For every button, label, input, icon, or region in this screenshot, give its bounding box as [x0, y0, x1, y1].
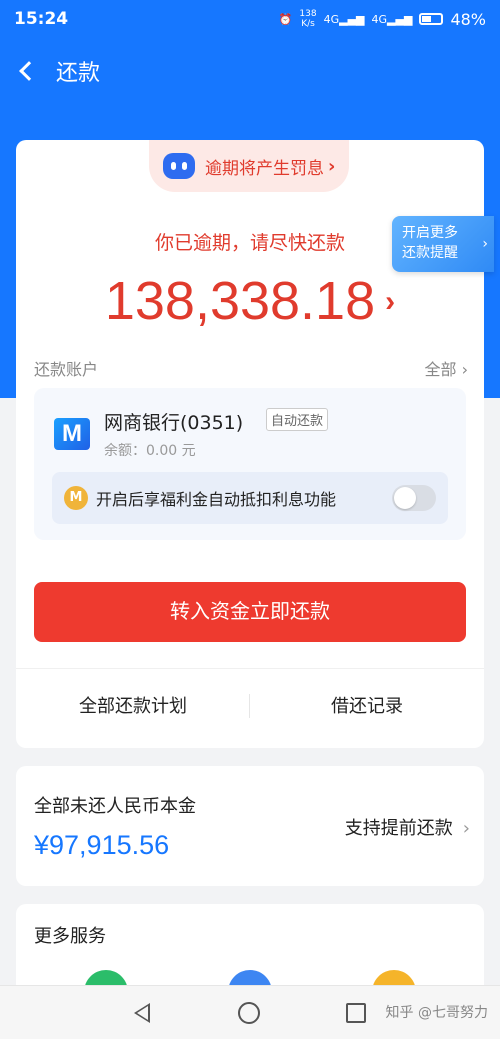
- welfare-feature-row: M 开启后享福利金自动抵扣利息功能: [52, 472, 448, 524]
- nav-back-icon[interactable]: [134, 1003, 150, 1023]
- signal-icon-1: 4G▂▄▆: [323, 12, 365, 26]
- watermark: 知乎 @七哥努力: [385, 1005, 488, 1021]
- page-title: 还款: [56, 61, 101, 86]
- account-all-link[interactable]: 全部 ›: [425, 356, 469, 380]
- principal-label: 全部未还人民币本金: [34, 796, 196, 817]
- bank-name: 网商银行(0351): [104, 412, 244, 434]
- status-indicators: ⏰ 138 K/s 4G▂▄▆ 4G▂▄▆ 48%: [279, 9, 486, 29]
- signal-icon-2: 4G▂▄▆: [371, 12, 413, 26]
- principal-card: 全部未还人民币本金 ¥97,915.56 支持提前还款 ›: [16, 766, 484, 886]
- divider: [16, 668, 484, 669]
- chevron-right-icon: ›: [385, 285, 396, 318]
- principal-amount: ¥97,915.56: [34, 830, 170, 860]
- prepay-link[interactable]: 支持提前还款 ›: [345, 814, 470, 840]
- transfer-repay-button[interactable]: 转入资金立即还款: [34, 582, 466, 642]
- overdue-message: 你已逾期，请尽快还款: [154, 232, 345, 254]
- coin-icon: M: [64, 486, 88, 510]
- back-icon[interactable]: [19, 61, 39, 81]
- chevron-right-icon: ›: [328, 155, 336, 177]
- app-header: 还款: [0, 38, 500, 104]
- more-services-title: 更多服务: [34, 926, 106, 947]
- loan-record-link[interactable]: 借还记录: [250, 692, 484, 718]
- welfare-feature-text: 开启后享福利金自动抵扣利息功能: [96, 490, 337, 509]
- net-speed: 138 K/s: [299, 9, 317, 29]
- bank-balance: 余额：0.00 元: [104, 443, 196, 459]
- battery-percent: 48%: [450, 9, 486, 29]
- auto-repay-tag: 自动还款: [266, 408, 329, 431]
- status-time: 15:24: [14, 9, 69, 29]
- overdue-amount-row[interactable]: 138,338.18 ›: [0, 270, 500, 332]
- welfare-toggle[interactable]: [392, 485, 436, 511]
- nav-home-icon[interactable]: [238, 1002, 260, 1024]
- status-bar: 15:24 ⏰ 138 K/s 4G▂▄▆ 4G▂▄▆ 48%: [0, 0, 500, 38]
- nav-recent-icon[interactable]: [346, 1003, 366, 1023]
- battery-icon: [419, 13, 444, 25]
- overdue-penalty-pill[interactable]: 逾期将产生罚息 ›: [149, 140, 349, 192]
- prepay-label: 支持提前还款: [344, 818, 453, 839]
- repayment-plan-link[interactable]: 全部还款计划: [16, 692, 250, 718]
- bank-logo-icon: M: [54, 418, 90, 450]
- bank-account-card: M 网商银行(0351) 自动还款 余额：0.00 元 M 开启后享福利金自动抵…: [34, 388, 466, 540]
- robot-icon: [163, 153, 195, 179]
- overdue-amount: 138,338.18: [104, 271, 376, 331]
- alarm-icon: ⏰: [278, 12, 293, 26]
- system-nav-bar: 知乎 @七哥努力: [0, 985, 500, 1039]
- account-label: 还款账户: [34, 360, 99, 379]
- chevron-right-icon: ›: [462, 818, 470, 839]
- overdue-penalty-text: 逾期将产生罚息: [205, 158, 324, 179]
